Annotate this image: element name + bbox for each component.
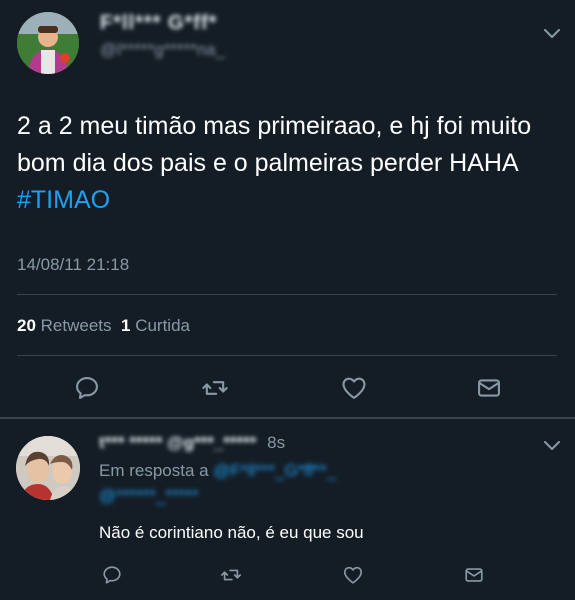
- divider: [17, 355, 557, 356]
- in-reply-label: Em resposta a: [99, 461, 209, 480]
- retweet-count[interactable]: 20: [17, 316, 36, 335]
- retweet-icon[interactable]: [220, 564, 242, 586]
- engagement-stats: 20 Retweets 1 Curtida: [17, 316, 190, 336]
- chevron-down-icon[interactable]: [544, 26, 560, 38]
- avatar[interactable]: [17, 12, 79, 74]
- reply-header: t*** ***** @g***_***** 8s: [99, 433, 285, 453]
- tweet-text: 2 a 2 meu timão mas primeiraao, e hj foi…: [17, 108, 557, 219]
- heart-icon[interactable]: [340, 374, 368, 402]
- reply-icon[interactable]: [73, 374, 101, 402]
- tweet-body: 2 a 2 meu timão mas primeiraao, e hj foi…: [17, 112, 532, 177]
- in-reply-to: Em resposta a @F*ll***_G*ff**_: [99, 461, 336, 481]
- reply-time[interactable]: 8s: [267, 433, 285, 452]
- reply-user[interactable]: t*** ***** @g***_*****: [99, 433, 256, 452]
- message-icon[interactable]: [475, 374, 503, 402]
- user-handle[interactable]: @l*****g*****na_: [100, 40, 225, 60]
- retweet-label[interactable]: Retweets: [41, 316, 112, 335]
- message-icon[interactable]: [463, 564, 485, 586]
- retweet-icon[interactable]: [201, 374, 229, 402]
- reply-text: Não é corintiano não, é eu que sou: [99, 523, 364, 542]
- like-count[interactable]: 1: [121, 316, 130, 335]
- like-label[interactable]: Curtida: [135, 316, 190, 335]
- reply-avatar[interactable]: [16, 436, 80, 500]
- chevron-down-icon[interactable]: [544, 438, 560, 450]
- timestamp[interactable]: 14/08/11 21:18: [17, 255, 129, 275]
- reply-mention-link[interactable]: @F*ll***_G*ff**_: [213, 461, 336, 480]
- hashtag-link[interactable]: #TIMAO: [17, 186, 110, 214]
- reply-mention-link[interactable]: @******_*****: [99, 486, 199, 506]
- display-name[interactable]: F*ll*** G*ff*: [100, 12, 217, 35]
- divider: [17, 294, 557, 295]
- divider: [0, 417, 575, 419]
- reply-icon[interactable]: [101, 564, 123, 586]
- heart-icon[interactable]: [342, 564, 364, 586]
